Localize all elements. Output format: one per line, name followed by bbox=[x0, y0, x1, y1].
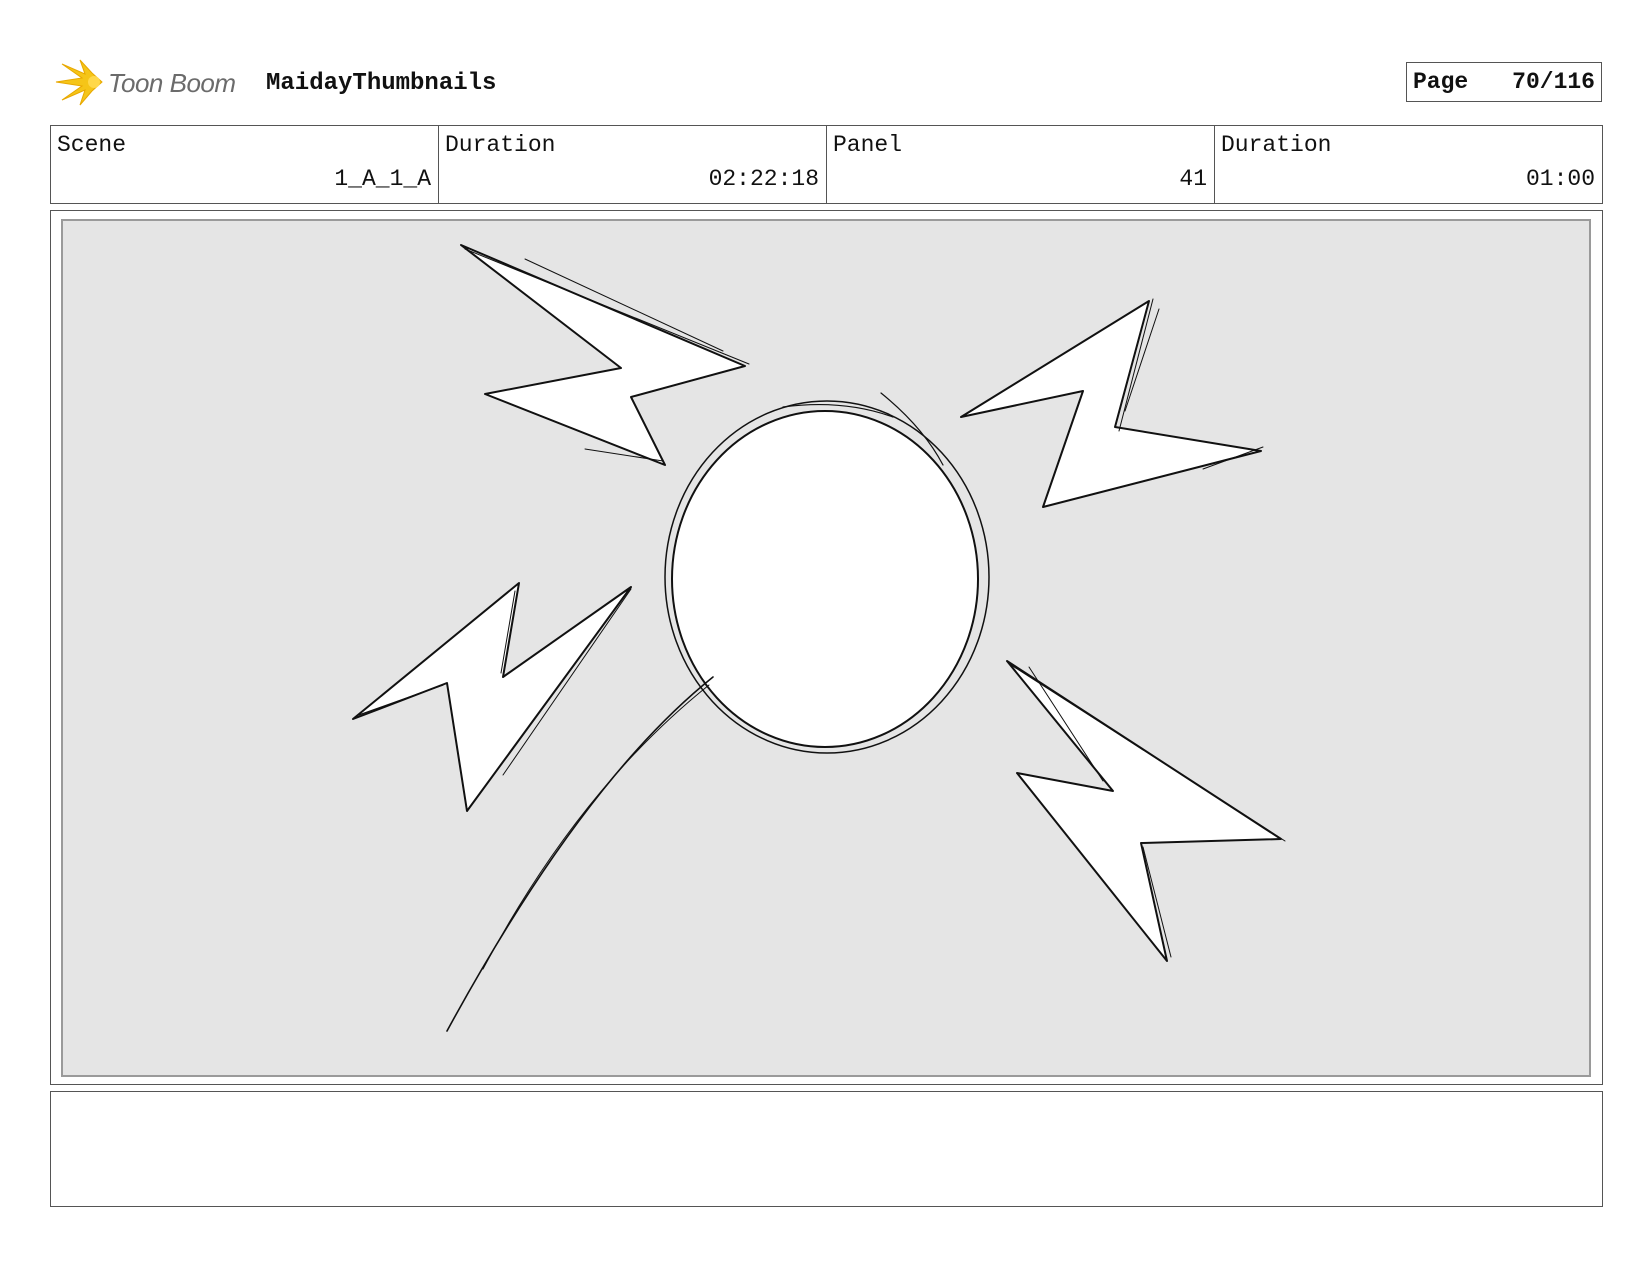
scene-duration-label: Duration bbox=[445, 132, 556, 158]
panel-notes-box bbox=[50, 1091, 1603, 1207]
project-title: MaidayThumbnails bbox=[266, 70, 497, 97]
starburst-icon bbox=[55, 59, 103, 106]
scene-cell: Scene 1_A_1_A bbox=[51, 126, 439, 203]
panel-label: Panel bbox=[833, 132, 903, 158]
panel-duration-value: 01:00 bbox=[1525, 166, 1595, 192]
panel-value: 41 bbox=[1179, 166, 1207, 192]
page-label: Page bbox=[1413, 69, 1469, 95]
scene-duration-cell: Duration 02:22:18 bbox=[439, 126, 827, 203]
panel-duration-cell: Duration 01:00 bbox=[1215, 126, 1602, 203]
scene-label: Scene bbox=[57, 132, 127, 158]
lightning-bolt-bottom-right bbox=[1006, 660, 1282, 962]
storyboard-panel-frame bbox=[50, 210, 1603, 1085]
lightning-bolt-bottom-left bbox=[352, 582, 632, 812]
toon-boom-logo: Toon Boom bbox=[52, 58, 252, 108]
center-circle bbox=[671, 410, 979, 748]
scene-value: 1_A_1_A bbox=[334, 166, 431, 192]
panel-info-table: Scene 1_A_1_A Duration 02:22:18 Panel 41… bbox=[50, 125, 1603, 204]
page-header: Toon Boom MaidayThumbnails Page 70/116 bbox=[52, 54, 1602, 112]
page-indicator: Page 70/116 bbox=[1406, 62, 1602, 102]
scene-duration-value: 02:22:18 bbox=[708, 166, 819, 192]
lightning-bolt-top-left bbox=[460, 244, 746, 466]
storyboard-panel-image bbox=[61, 219, 1591, 1077]
panel-duration-label: Duration bbox=[1221, 132, 1332, 158]
logo-text: Toon Boom bbox=[108, 68, 236, 98]
page-number: 70/116 bbox=[1512, 69, 1595, 95]
panel-cell: Panel 41 bbox=[827, 126, 1215, 203]
lightning-bolt-top-right bbox=[960, 300, 1262, 508]
sketch-drawing bbox=[352, 244, 1286, 1032]
